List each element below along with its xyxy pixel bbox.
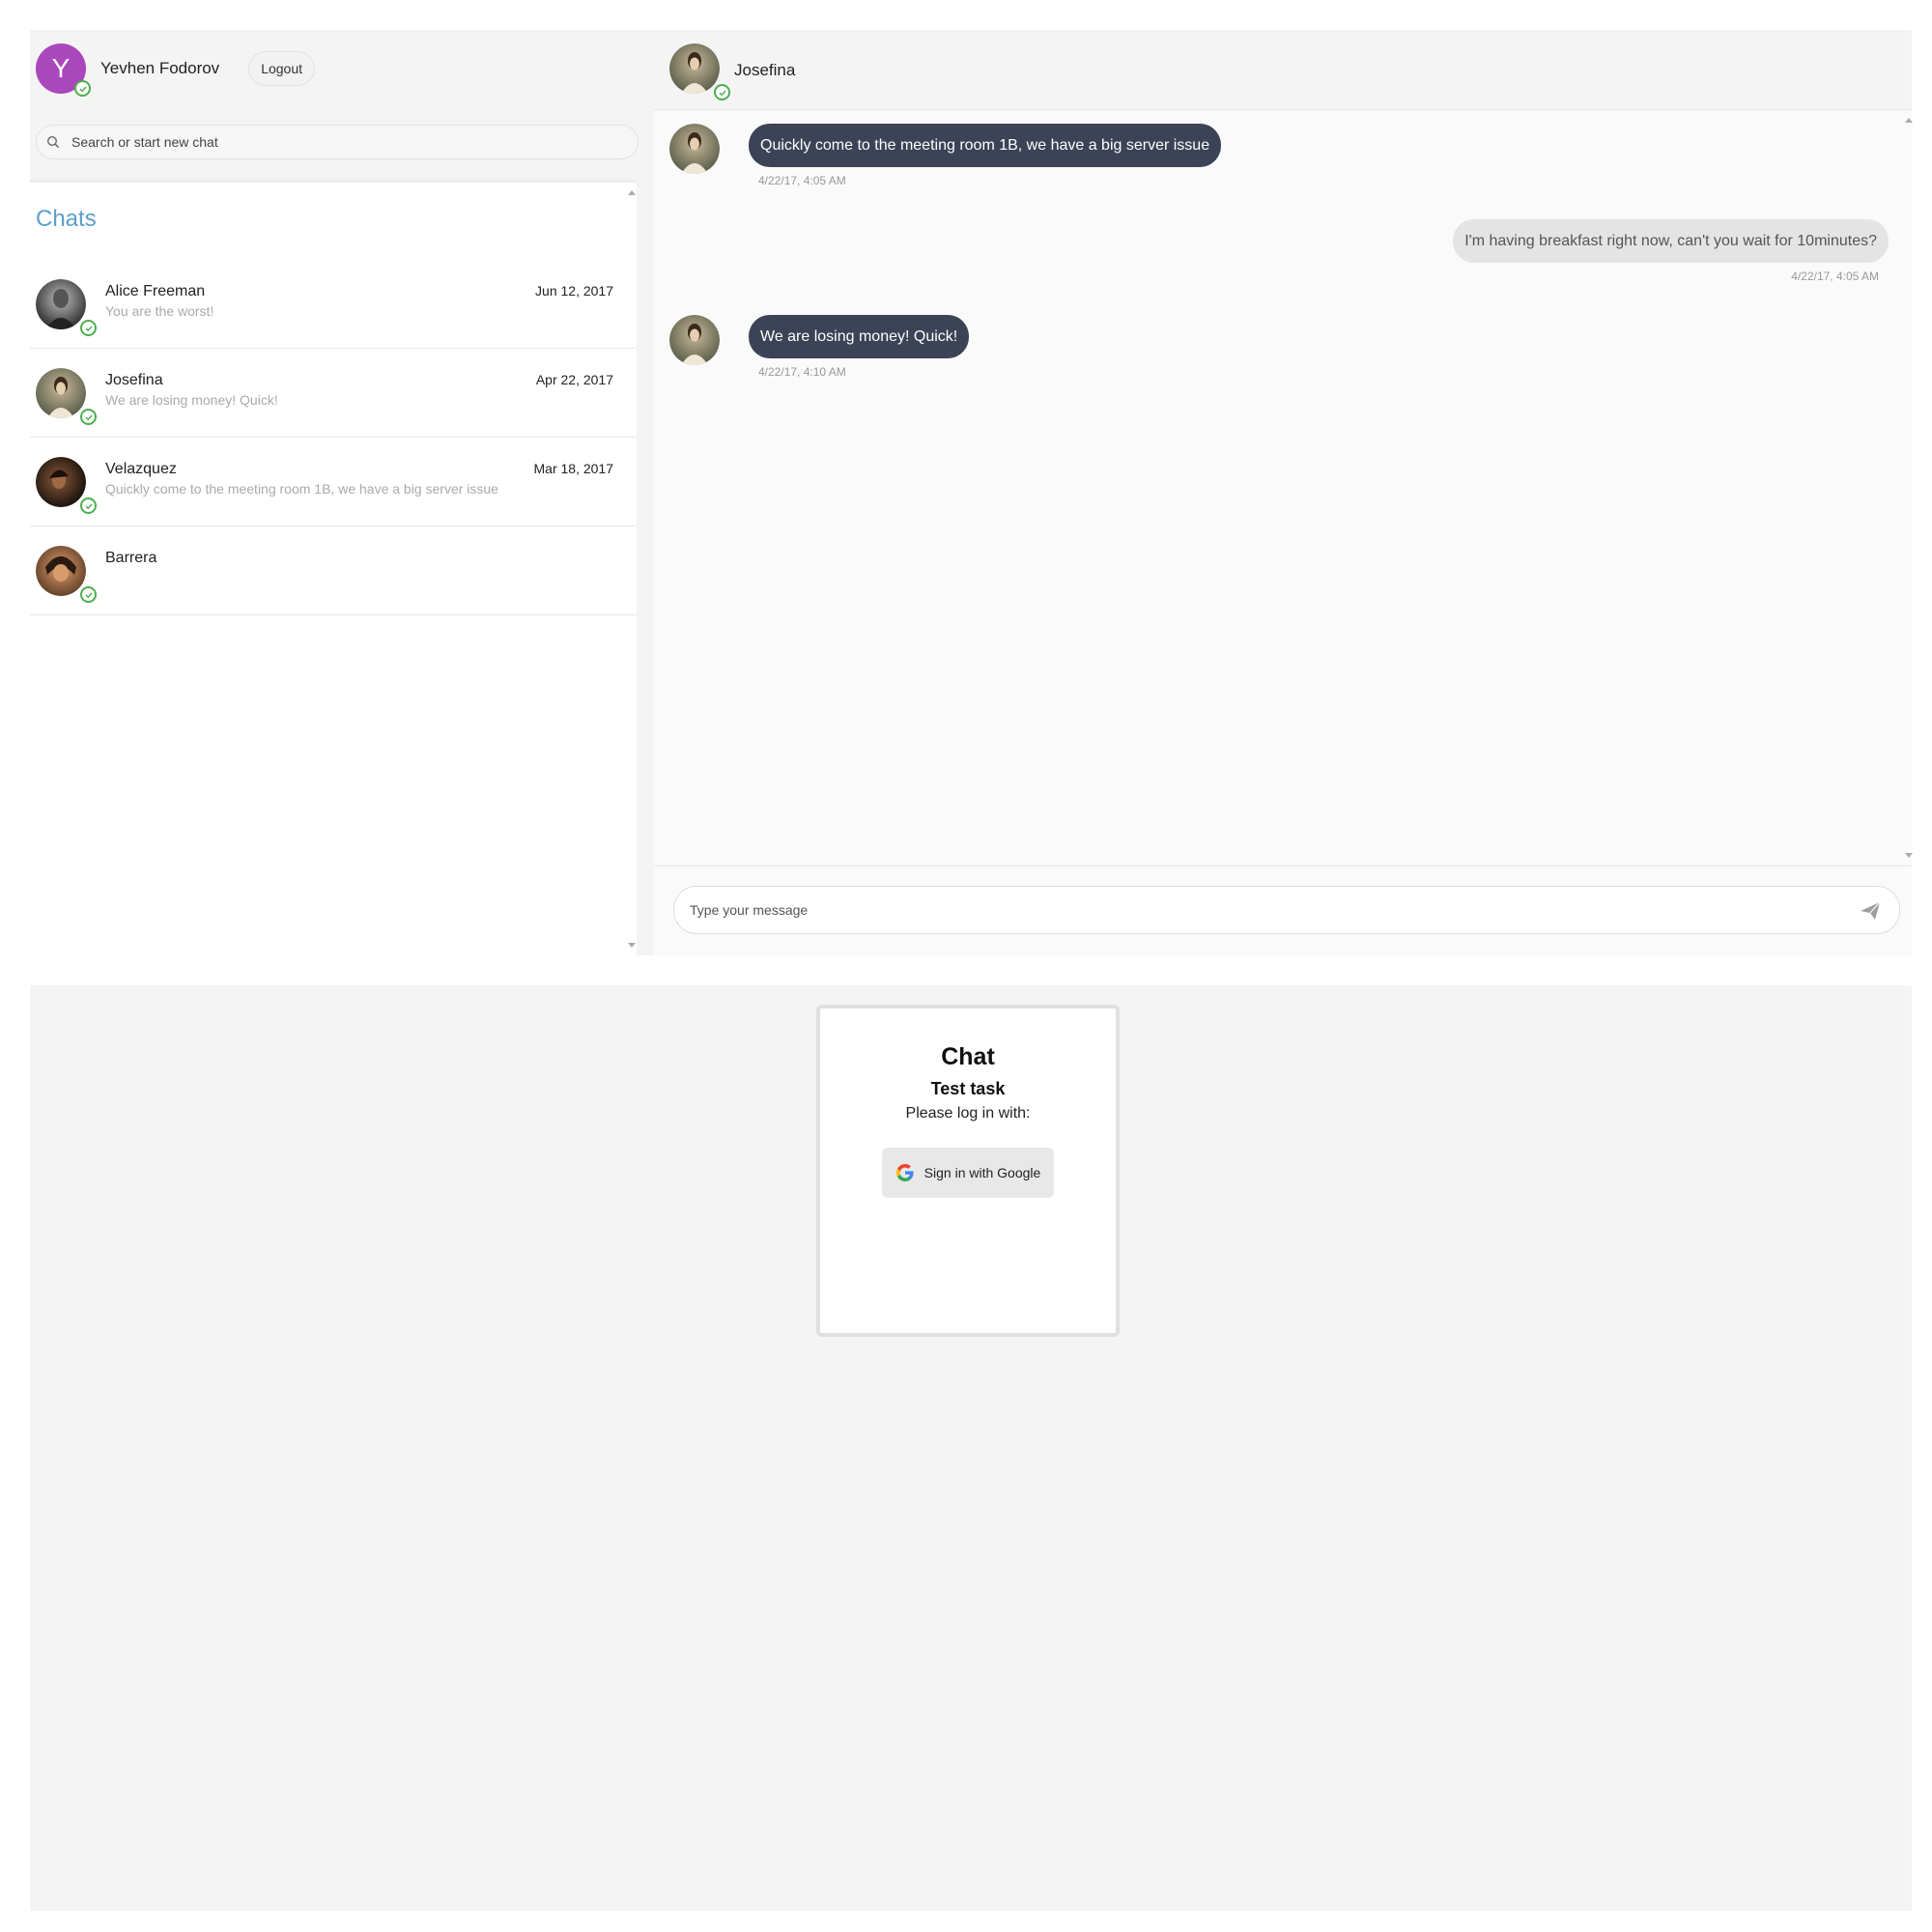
scroll-up-icon[interactable] <box>1905 118 1913 123</box>
sidebar-scrollbar[interactable] <box>625 183 637 955</box>
chat-date: Jun 12, 2017 <box>535 283 613 298</box>
user-initial: Y <box>51 53 71 83</box>
chat-app: Y Yevhen Fodorov Logout Chats Alice Free… <box>30 30 1913 955</box>
sidebar-header: Y Yevhen Fodorov Logout <box>30 30 639 180</box>
messages-scrollbar[interactable] <box>1902 110 1913 866</box>
contact-avatar <box>36 279 86 329</box>
peer-avatar[interactable] <box>669 43 720 94</box>
message-time: 4/22/17, 4:05 AM <box>758 174 846 187</box>
user-name: Yevhen Fodorov <box>100 59 220 77</box>
chat-date: Mar 18, 2017 <box>533 461 614 476</box>
contact-avatar <box>36 546 86 596</box>
contact-avatar <box>36 457 86 507</box>
message-time: 4/22/17, 4:05 AM <box>1791 270 1879 283</box>
chat-date: Apr 22, 2017 <box>535 372 613 387</box>
composer <box>654 866 1912 955</box>
peer-name: Josefina <box>734 61 796 79</box>
conversation-panel: Josefina Quickly come to the meeting roo… <box>654 30 1913 955</box>
scroll-down-icon[interactable] <box>628 943 636 948</box>
search-input[interactable] <box>71 134 612 150</box>
scroll-down-icon[interactable] <box>1905 853 1913 858</box>
online-check-icon <box>74 80 91 97</box>
sender-avatar <box>669 315 720 365</box>
google-signin-label: Sign in with Google <box>923 1165 1041 1180</box>
sender-avatar <box>669 124 720 174</box>
scroll-up-icon[interactable] <box>628 190 636 195</box>
chat-name: Josefina <box>105 372 163 388</box>
google-icon <box>895 1164 914 1181</box>
search-box[interactable] <box>36 125 639 159</box>
message-input[interactable] <box>690 902 1810 918</box>
online-check-icon <box>80 586 97 603</box>
online-check-icon <box>80 320 97 336</box>
chat-item-alice-freeman[interactable]: Alice Freeman You are the worst! Jun 12,… <box>30 260 637 349</box>
online-check-icon <box>714 84 730 100</box>
contact-avatar <box>36 368 86 418</box>
chat-last-message: We are losing money! Quick! <box>105 392 278 408</box>
current-user: Y Yevhen Fodorov Logout <box>36 43 316 97</box>
message-field[interactable] <box>673 886 1900 934</box>
chats-heading: Chats <box>36 206 97 232</box>
chat-name: Barrera <box>105 550 157 566</box>
chat-last-message: Quickly come to the meeting room 1B, we … <box>105 481 498 497</box>
login-note: Please log in with: <box>905 1105 1031 1122</box>
message-list: Quickly come to the meeting room 1B, we … <box>654 110 1913 866</box>
chat-item-velazquez[interactable]: Velazquez Quickly come to the meeting ro… <box>30 438 637 526</box>
conversation-header: Josefina <box>654 30 1912 110</box>
online-check-icon <box>80 497 97 514</box>
login-title: Chat <box>941 1043 995 1070</box>
login-card: Chat Test task Please log in with: Sign … <box>816 1005 1120 1337</box>
message-bubble: I'm having breakfast right now, can't yo… <box>1453 219 1889 263</box>
logout-button[interactable]: Logout <box>248 51 316 86</box>
online-check-icon <box>80 409 97 425</box>
google-signin-button[interactable]: Sign in with Google <box>882 1148 1054 1198</box>
user-avatar[interactable]: Y <box>36 43 91 97</box>
login-screen: Chat Test task Please log in with: Sign … <box>30 985 1912 1911</box>
message-bubble: Quickly come to the meeting room 1B, we … <box>749 124 1222 167</box>
send-icon[interactable] <box>1859 899 1882 923</box>
search-icon <box>46 135 60 149</box>
chat-list: Chats Alice Freeman You are the worst! J… <box>30 183 637 955</box>
chat-last-message: You are the worst! <box>105 303 214 319</box>
sidebar: Y Yevhen Fodorov Logout Chats Alice Free… <box>30 30 654 955</box>
message-time: 4/22/17, 4:10 AM <box>758 365 846 379</box>
chat-item-josefina[interactable]: Josefina We are losing money! Quick! Apr… <box>30 349 637 438</box>
chat-name: Velazquez <box>105 461 177 477</box>
chat-name: Alice Freeman <box>105 283 206 299</box>
chat-item-barrera[interactable]: Barrera <box>30 526 637 615</box>
login-subtitle: Test task <box>930 1079 1006 1098</box>
message-bubble: We are losing money! Quick! <box>749 315 970 358</box>
